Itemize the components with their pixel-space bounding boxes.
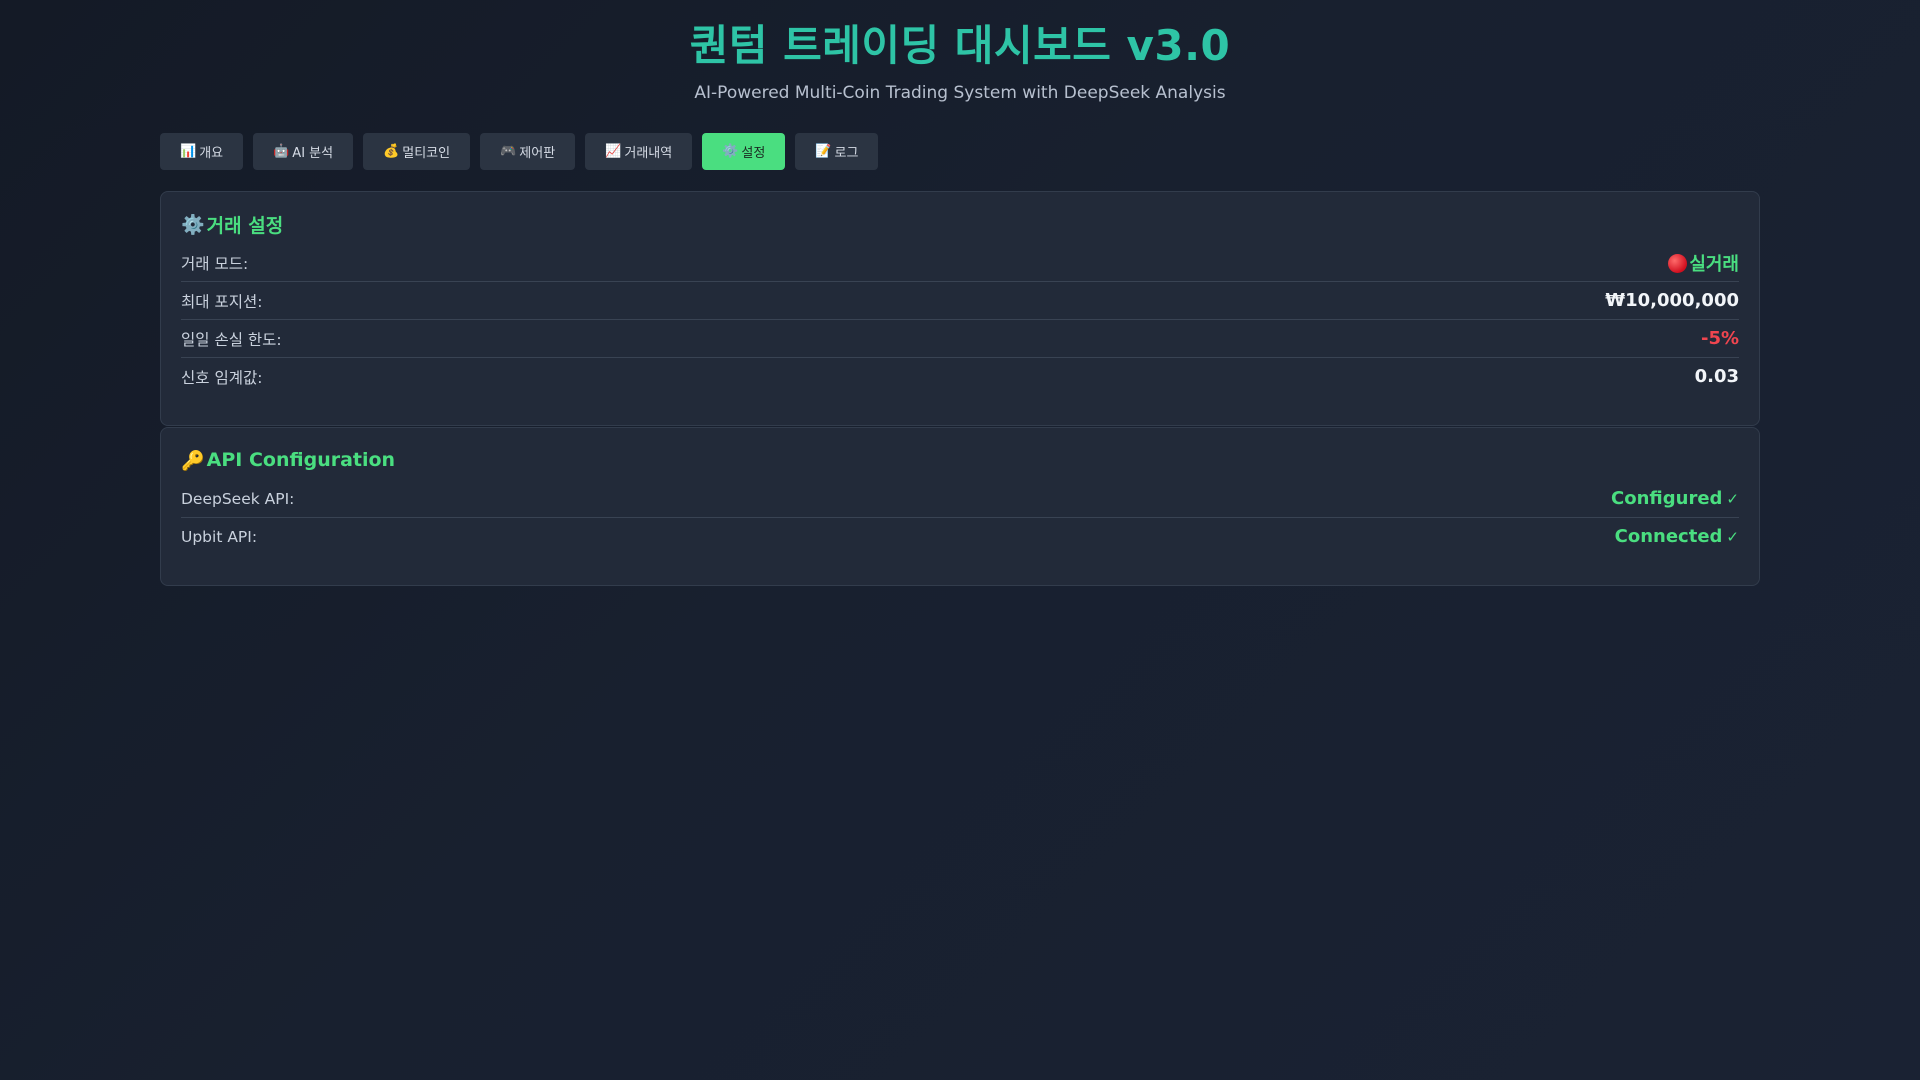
gear-icon: ⚙️	[181, 213, 205, 236]
trade-mode-value: 실거래	[1668, 250, 1739, 276]
trade-mode-row: 거래 모드: 실거래	[181, 244, 1739, 282]
upbit-api-status: Connected ✓	[1615, 526, 1739, 547]
trending-up-icon: 📈	[605, 144, 622, 159]
tab-ai-analysis[interactable]: 🤖 AI 분석	[253, 133, 354, 170]
gamepad-icon: 🎮	[500, 144, 517, 159]
tab-label: 설정	[741, 146, 766, 161]
tab-bar: 📊 개요 🤖 AI 분석 💰 멀티코인 🎮 제어판 📈 거래내역 ⚙️ 설정 📝…	[160, 133, 879, 170]
tab-overview[interactable]: 📊 개요	[160, 133, 244, 170]
api-config-panel: 🔑 API Configuration DeepSeek API: Config…	[160, 427, 1760, 586]
upbit-api-status-text: Connected	[1614, 526, 1723, 547]
tab-trade-history[interactable]: 📈 거래내역	[585, 133, 693, 170]
max-position-row: 최대 포지션: ₩10,000,000	[181, 282, 1739, 320]
daily-loss-limit-value: -5%	[1700, 328, 1739, 349]
signal-threshold-row: 신호 임계값: 0.03	[181, 358, 1739, 395]
trade-settings-title: 거래 설정	[206, 214, 284, 237]
tab-multicoin[interactable]: 💰 멀티코인	[363, 133, 471, 170]
trade-settings-heading: ⚙️ 거래 설정	[181, 210, 1739, 238]
trade-mode-text: 실거래	[1689, 253, 1739, 275]
page-header: 퀀텀 트레이딩 대시보드 v3.0 AI-Powered Multi-Coin …	[0, 0, 1920, 104]
signal-threshold-label: 신호 임계값:	[181, 368, 263, 387]
upbit-api-row: Upbit API: Connected ✓	[181, 518, 1739, 555]
tab-label: 멀티코인	[402, 146, 451, 161]
check-icon: ✓	[1726, 490, 1739, 508]
page-title: 퀀텀 트레이딩 대시보드 v3.0	[689, 21, 1231, 70]
deepseek-api-label: DeepSeek API:	[181, 489, 295, 508]
money-bag-icon: 💰	[383, 144, 400, 159]
memo-icon: 📝	[815, 144, 832, 159]
tab-logs[interactable]: 📝 로그	[795, 133, 879, 170]
trade-mode-label: 거래 모드:	[181, 254, 249, 273]
max-position-value: ₩10,000,000	[1605, 290, 1739, 311]
deepseek-api-status-text: Configured	[1611, 488, 1723, 509]
chart-icon: 📊	[180, 144, 197, 159]
daily-loss-limit-label: 일일 손실 한도:	[181, 330, 282, 349]
page-subtitle: AI-Powered Multi-Coin Trading System wit…	[694, 83, 1226, 103]
daily-loss-limit-row: 일일 손실 한도: -5%	[181, 320, 1739, 358]
tab-label: AI 분석	[292, 146, 334, 161]
robot-icon: 🤖	[273, 144, 290, 159]
tab-control-panel[interactable]: 🎮 제어판	[480, 133, 576, 170]
api-config-title: API Configuration	[206, 449, 396, 471]
tab-label: 개요	[199, 146, 224, 161]
key-icon: 🔑	[181, 449, 205, 472]
signal-threshold-value: 0.03	[1694, 366, 1739, 387]
tab-label: 로그	[834, 146, 859, 161]
max-position-label: 최대 포지션:	[181, 292, 263, 311]
upbit-api-label: Upbit API:	[181, 527, 258, 546]
tab-label: 거래내역	[624, 146, 673, 161]
gear-icon: ⚙️	[722, 144, 739, 159]
tab-label: 제어판	[519, 146, 556, 161]
check-icon: ✓	[1726, 528, 1739, 546]
red-circle-icon	[1668, 253, 1688, 273]
deepseek-api-row: DeepSeek API: Configured ✓	[181, 480, 1739, 518]
tab-settings[interactable]: ⚙️ 설정	[702, 133, 786, 170]
trade-settings-panel: ⚙️ 거래 설정 거래 모드: 실거래 최대 포지션: ₩10,000,000 …	[160, 191, 1760, 426]
api-config-heading: 🔑 API Configuration	[181, 446, 1739, 474]
deepseek-api-status: Configured ✓	[1611, 488, 1739, 509]
